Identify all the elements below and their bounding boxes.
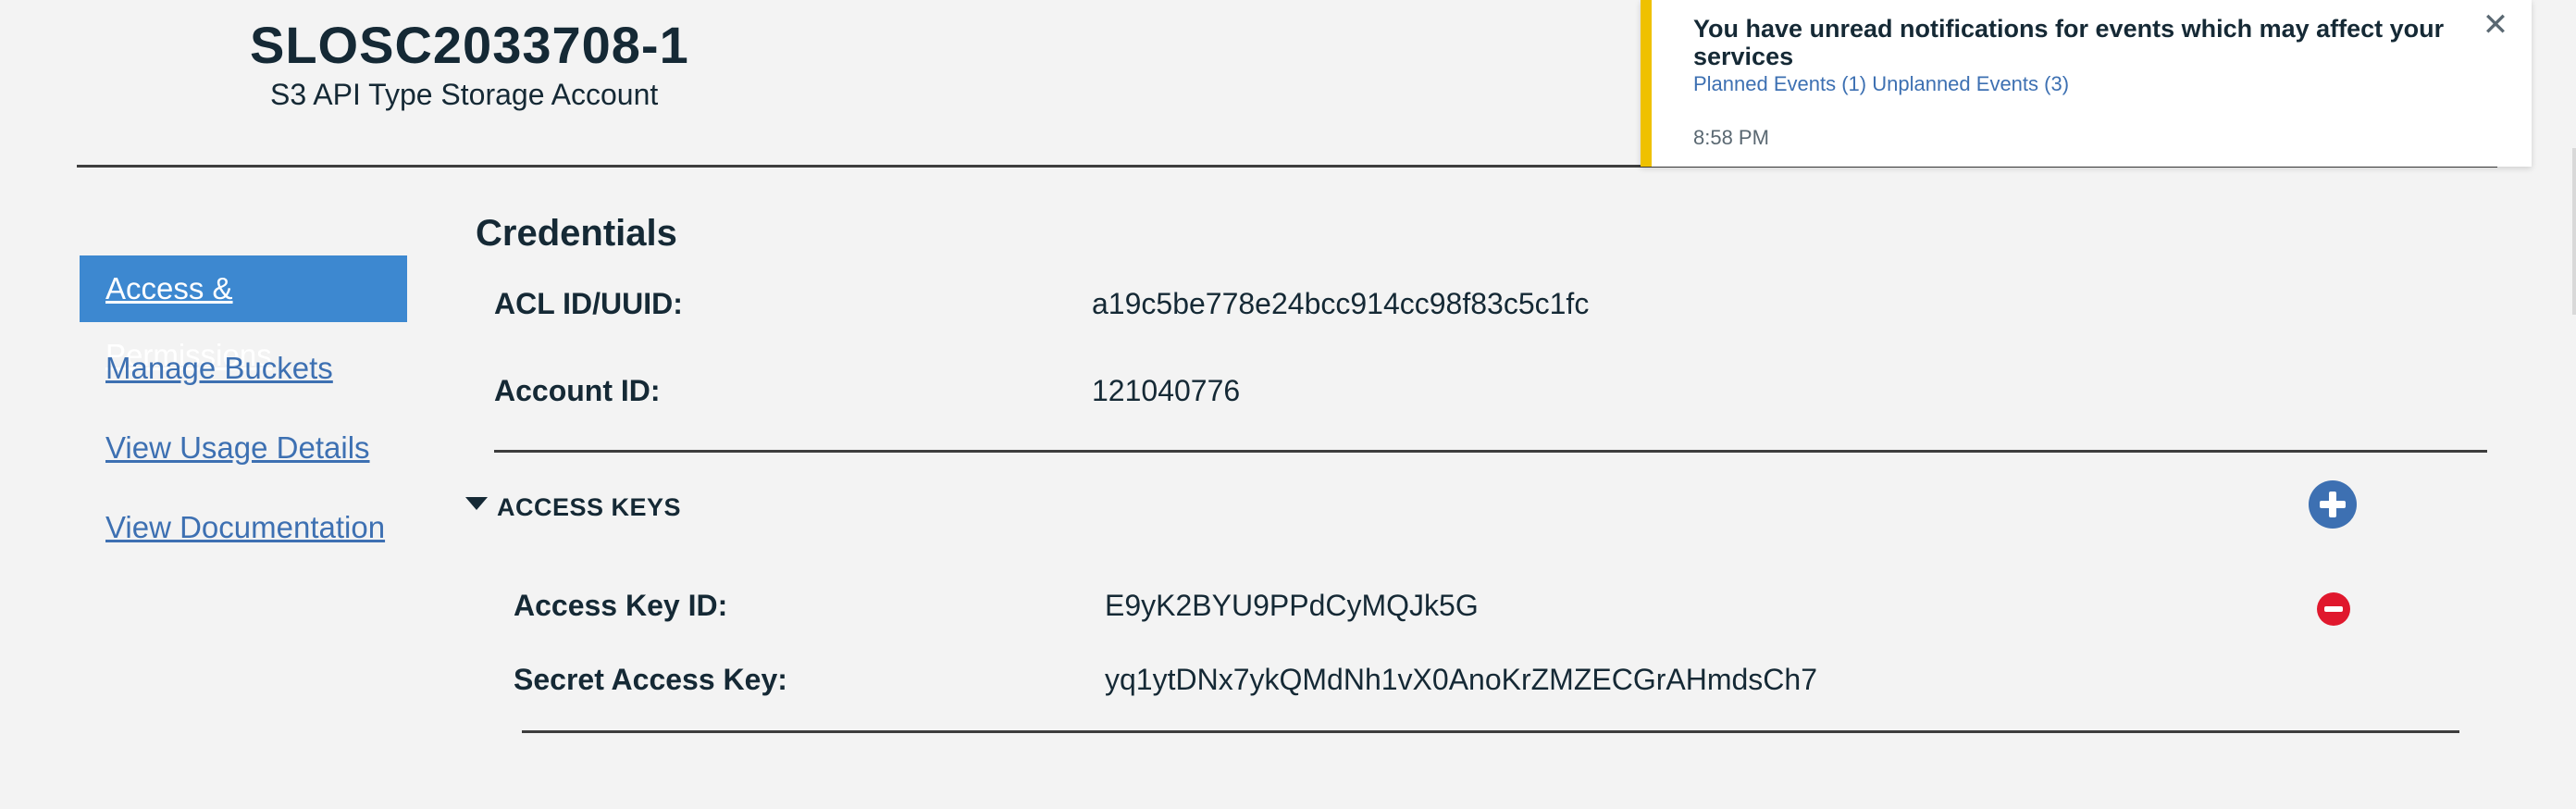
close-icon[interactable]: ✕ [2480,9,2511,41]
access-key-id-value: E9yK2BYU9PPdCyMQJk5G [1105,589,1479,622]
sidebar-item-manage-buckets[interactable]: Manage Buckets [80,335,407,402]
storage-account-page: SLOSC2033708-1 S3 API Type Storage Accou… [0,0,2576,809]
caret-down-icon [465,497,488,510]
credentials-divider [494,450,2487,453]
unplanned-events-link[interactable]: Unplanned Events (3) [1872,72,2069,95]
secret-access-key-label: Secret Access Key: [514,663,787,696]
account-type-subtitle: S3 API Type Storage Account [270,78,659,111]
scrollbar[interactable] [2572,148,2576,315]
notification-links: Planned Events (1) Unplanned Events (3) [1693,72,2069,96]
sidebar-item-access-permissions[interactable]: Access & Permissions [80,255,407,372]
account-id-label: Account ID: [494,374,661,407]
notification-time: 8:58 PM [1693,126,1769,149]
notification-title: You have unread notifications for events… [1693,15,2445,70]
credentials-title: Credentials [476,213,677,254]
sidebar-item-view-documentation[interactable]: View Documentation [80,494,407,561]
account-title: SLOSC2033708-1 [250,16,689,74]
access-key-id-label: Access Key ID: [514,589,728,622]
secret-access-key-value: yq1ytDNx7ykQMdNh1vX0AnoKrZMZECGrAHmdsCh7 [1105,663,1817,696]
sidebar-item-view-usage-details[interactable]: View Usage Details [80,415,407,481]
remove-access-key-button[interactable] [2317,592,2350,626]
notification-toast: You have unread notifications for events… [1641,0,2532,167]
access-keys-label: ACCESS KEYS [497,492,682,521]
planned-events-link[interactable]: Planned Events (1) [1693,72,1866,95]
access-keys-toggle[interactable]: ACCESS KEYS [465,491,681,524]
access-keys-divider [522,730,2459,733]
add-access-key-button[interactable] [2309,480,2357,529]
acl-id-value: a19c5be778e24bcc914cc98f83c5c1fc [1092,287,1590,320]
account-id-value: 121040776 [1092,374,1241,407]
acl-id-label: ACL ID/UUID: [494,287,683,320]
